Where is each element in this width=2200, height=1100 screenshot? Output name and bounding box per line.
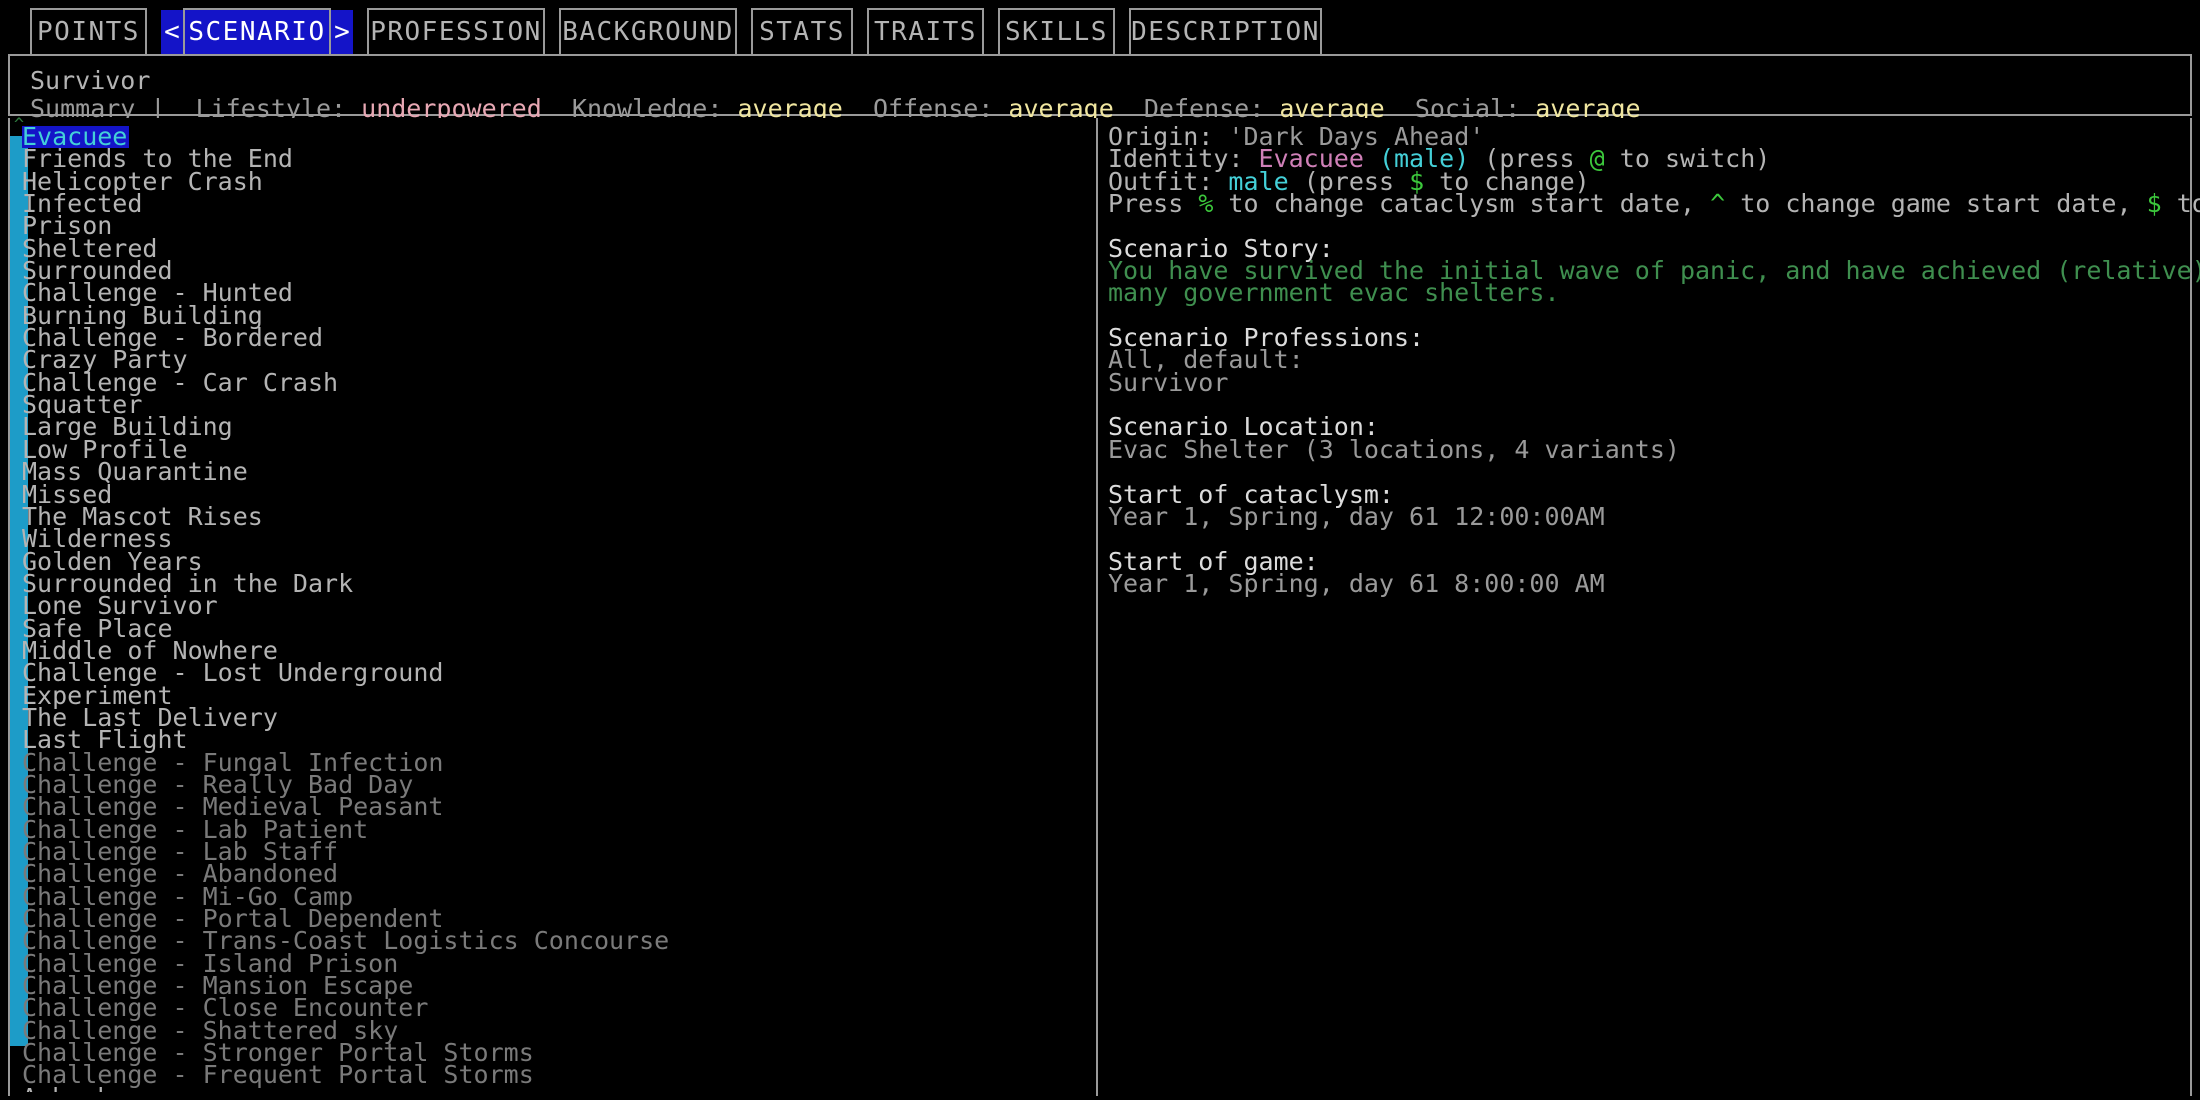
summary-panel: Survivor Summary | Lifestyle: underpower… bbox=[8, 54, 2192, 121]
scenario-list-item[interactable]: Challenge - Car Crash bbox=[22, 370, 1082, 395]
detail-professions-all: All, default: bbox=[1108, 347, 2178, 372]
identity-hint-post: to switch) bbox=[1604, 144, 1771, 174]
scenario-list-item-label[interactable]: Sheltered bbox=[22, 236, 1082, 261]
game-screen: POINTS < SCENARIO > PROFESSION BACKGROUND STAT… bbox=[0, 0, 2200, 1100]
scenario-list-item-label[interactable]: Lone Survivor bbox=[22, 593, 1082, 618]
calendar-key-3: $ bbox=[2146, 189, 2162, 219]
detail-location-value: Evac Shelter (3 locations, 4 variants) bbox=[1108, 437, 2178, 462]
scenario-list-item-label[interactable]: The Mascot Rises bbox=[22, 504, 1082, 529]
professions-default: Survivor bbox=[1108, 367, 1229, 397]
tab-label: SKILLS bbox=[1005, 17, 1108, 47]
scenario-list-item-label[interactable]: Mass Quarantine bbox=[22, 459, 1082, 484]
game-start-value: Year 1, Spring, day 61 8:00:00 AM bbox=[1108, 568, 1605, 598]
calendar-hint-3: to change game start date, bbox=[1725, 189, 2147, 219]
tab-label: BACKGROUND bbox=[562, 17, 734, 47]
tab-points[interactable]: POINTS bbox=[30, 8, 147, 56]
tab-label: SCENARIO bbox=[188, 17, 326, 47]
tab-description[interactable]: DESCRIPTION bbox=[1129, 8, 1322, 56]
tab-label: DESCRIPTION bbox=[1131, 17, 1320, 47]
tab-next-arrow[interactable]: > bbox=[331, 10, 353, 54]
scenario-list-item-label[interactable]: Helicopter Crash bbox=[22, 168, 1082, 193]
tab-label: POINTS bbox=[37, 17, 140, 47]
calendar-hint-2: to change cataclysm start date, bbox=[1213, 189, 1711, 219]
scenario-list-item-label[interactable]: Challenge - Lost Underground bbox=[22, 660, 1082, 685]
detail-cataclysm-value: Year 1, Spring, day 61 12:00:00AM bbox=[1108, 504, 2178, 529]
tab-label: PROFESSION bbox=[370, 17, 542, 47]
tab-traits[interactable]: TRAITS bbox=[867, 8, 984, 56]
tab-profession[interactable]: PROFESSION bbox=[367, 8, 545, 56]
scenario-list-item-label[interactable]: Infected bbox=[22, 191, 1082, 216]
scenario-list-item-label[interactable]: Challenge - Frequent Portal Storms bbox=[22, 1062, 1082, 1087]
summary-profession-value: Survivor bbox=[30, 66, 151, 95]
summary-profession: Survivor bbox=[30, 68, 150, 93]
tab-skills[interactable]: SKILLS bbox=[998, 8, 1115, 56]
tab-stats[interactable]: STATS bbox=[751, 8, 853, 56]
scenario-list-item[interactable]: Challenge - Lost Underground bbox=[22, 660, 1082, 685]
scenario-list-item[interactable]: Helicopter Crash bbox=[22, 168, 1082, 193]
calendar-key-2: ^ bbox=[1710, 189, 1726, 219]
identity-hint-key: @ bbox=[1589, 144, 1605, 174]
scenario-list-item[interactable]: Lone Survivor bbox=[22, 593, 1082, 618]
scenario-list-item[interactable]: Challenge - Frequent Portal Storms bbox=[22, 1062, 1082, 1087]
scenario-list-item-label[interactable]: Prison bbox=[22, 213, 1082, 238]
scenario-list[interactable]: Evacuee Friends to the End Helicopter Cras… bbox=[22, 126, 1082, 1092]
panel-divider bbox=[1096, 118, 1098, 1096]
cataclysm-value: Year 1, Spring, day 61 12:00:00AM bbox=[1108, 501, 1605, 531]
detail-calendar-hint: Press % to change cataclysm start date, … bbox=[1108, 191, 2200, 216]
calendar-hint-4: to reset calendar. bbox=[2176, 189, 2200, 219]
scenario-list-item[interactable]: Prison bbox=[22, 213, 1082, 238]
story-text: many government evac shelters. bbox=[1108, 278, 1560, 308]
detail-game-value: Year 1, Spring, day 61 8:00:00 AM bbox=[1108, 571, 2178, 596]
scenario-list-item[interactable]: Mass Quarantine bbox=[22, 459, 1082, 484]
scenario-list-item[interactable]: Infected bbox=[22, 191, 1082, 216]
tab-label: TRAITS bbox=[874, 17, 977, 47]
detail-story-line-2: many government evac shelters. bbox=[1108, 280, 2178, 305]
scenario-list-item[interactable]: The Mascot Rises bbox=[22, 504, 1082, 529]
tab-prev-arrow[interactable]: < bbox=[161, 10, 183, 54]
tab-label: STATS bbox=[759, 17, 845, 47]
detail-professions-default: Survivor bbox=[1108, 370, 2178, 395]
scenario-list-item-label[interactable]: Challenge - Car Crash bbox=[22, 370, 1082, 395]
scenario-list-item[interactable]: Sheltered bbox=[22, 236, 1082, 261]
scenario-detail-panel: Origin: 'Dark Days Ahead' Identity: Evacu… bbox=[1108, 124, 2200, 1092]
tab-scenario[interactable]: SCENARIO bbox=[183, 8, 331, 56]
tab-background[interactable]: BACKGROUND bbox=[559, 8, 737, 56]
location-value: Evac Shelter (3 locations, 4 variants) bbox=[1108, 434, 1680, 464]
calendar-key-1: % bbox=[1198, 189, 1214, 219]
